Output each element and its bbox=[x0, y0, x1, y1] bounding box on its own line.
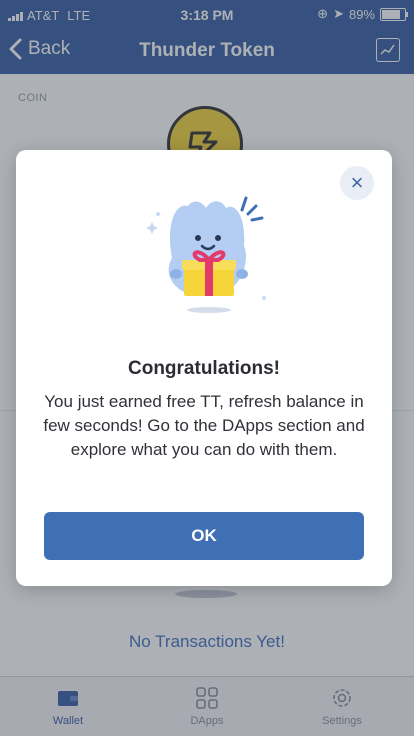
ok-button[interactable]: OK bbox=[44, 512, 364, 560]
screen: AT&T LTE 3:18 PM ⊕ ➤ 89% Back Thunder To… bbox=[0, 0, 414, 736]
dialog-title: Congratulations! bbox=[128, 358, 280, 379]
congratulations-dialog: × Congratulations! You just earned free … bbox=[16, 150, 392, 586]
close-button[interactable]: × bbox=[340, 166, 374, 200]
mascot-gift-illustration bbox=[144, 188, 274, 318]
dialog-message: You just earned free TT, refresh balance… bbox=[43, 392, 365, 459]
close-icon: × bbox=[350, 170, 364, 195]
